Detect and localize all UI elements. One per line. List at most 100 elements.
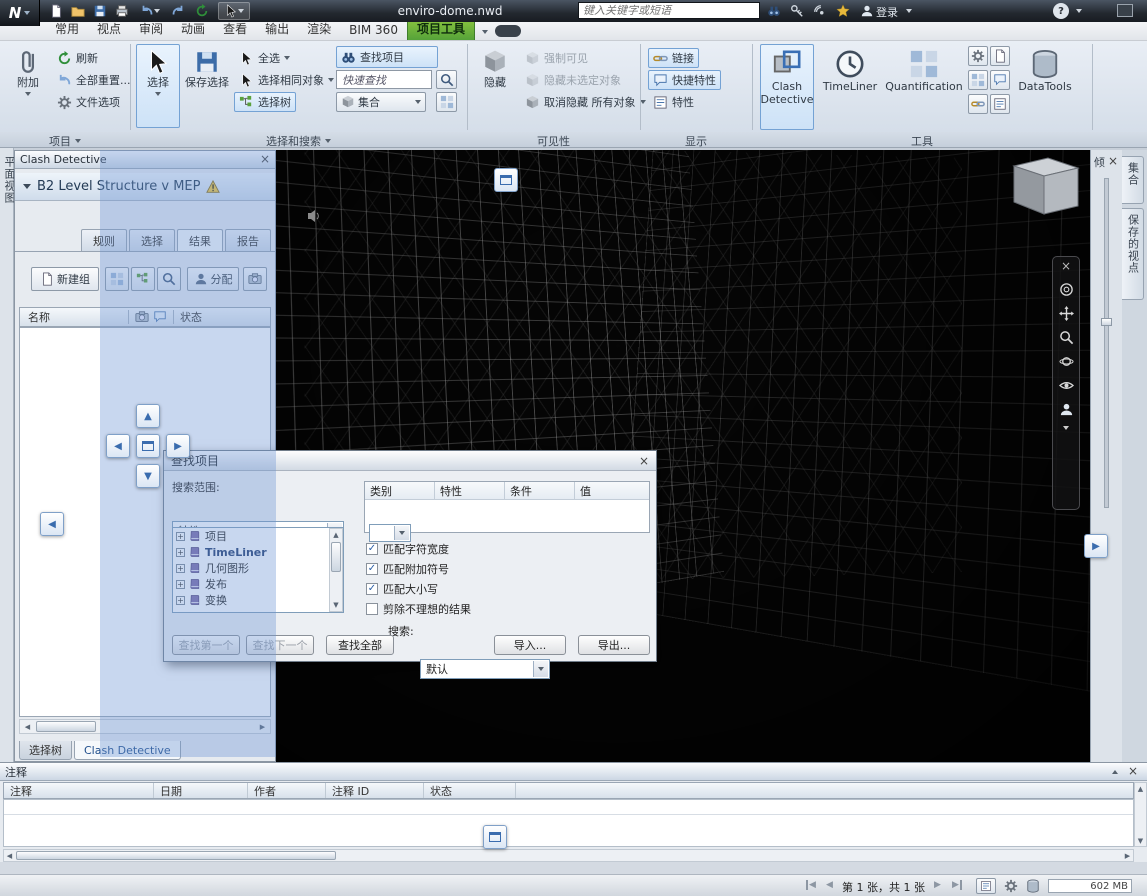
favorites-button[interactable] bbox=[834, 3, 852, 19]
scroll-up-icon[interactable] bbox=[331, 530, 341, 540]
match-case-checkbox-row[interactable]: ✓ 匹配大小写 bbox=[366, 581, 438, 597]
col-status[interactable]: 状态 bbox=[424, 783, 516, 798]
select-same-button[interactable]: 选择相同对象 bbox=[234, 70, 339, 90]
search-mode-dropdown[interactable]: 默认 bbox=[420, 659, 550, 679]
dock-right-target[interactable] bbox=[166, 434, 190, 458]
dock-center-target[interactable] bbox=[136, 434, 160, 458]
dock-top-target[interactable] bbox=[136, 404, 160, 428]
select-tool-qat-button[interactable] bbox=[218, 2, 250, 20]
comments-panel-titlebar[interactable]: 注释 bbox=[0, 763, 1147, 781]
comments-vertical-scrollbar[interactable] bbox=[1134, 782, 1147, 847]
find-all-button[interactable]: 查找全部 bbox=[326, 635, 394, 655]
selection-tree-button[interactable]: 选择树 bbox=[234, 92, 296, 112]
select-same-dropdown-icon[interactable] bbox=[328, 78, 334, 82]
checkbox-icon[interactable]: ✓ bbox=[366, 563, 378, 575]
clash-detective-button[interactable]: Clash Detective bbox=[760, 44, 814, 130]
dock-edge-right-target[interactable] bbox=[1084, 534, 1108, 558]
import-button[interactable]: 导入... bbox=[494, 635, 566, 655]
sets-dropdown-icon[interactable] bbox=[415, 100, 421, 104]
export-button[interactable]: 导出... bbox=[578, 635, 650, 655]
select-button[interactable]: 选择 bbox=[136, 44, 180, 128]
comments-list[interactable] bbox=[3, 799, 1134, 847]
scrollbar-thumb[interactable] bbox=[331, 542, 341, 572]
file-options-button[interactable]: 文件选项 bbox=[52, 92, 125, 112]
save-selection-button[interactable]: 保存选择 bbox=[184, 44, 230, 128]
hide-button[interactable]: 隐藏 bbox=[474, 44, 516, 128]
full-navigation-wheel-icon[interactable] bbox=[1059, 282, 1074, 297]
undo-dropdown-icon[interactable] bbox=[154, 9, 160, 13]
orbit-icon[interactable] bbox=[1059, 354, 1074, 369]
animator-tool-button[interactable] bbox=[968, 46, 988, 66]
attach-button[interactable]: 附加 bbox=[6, 44, 50, 128]
hide-unselected-button[interactable]: 隐藏未选定对象 bbox=[520, 70, 626, 90]
sheet-browser-button[interactable] bbox=[976, 878, 996, 894]
prune-results-checkbox-row[interactable]: 剪除不理想的结果 bbox=[366, 601, 471, 617]
zoom-icon[interactable] bbox=[1059, 330, 1074, 345]
scroll-right-icon[interactable] bbox=[1123, 851, 1132, 860]
project-gallery-arrow-icon[interactable] bbox=[75, 139, 81, 143]
tab-bim360[interactable]: BIM 360 bbox=[340, 21, 407, 40]
panel-expand-icon[interactable] bbox=[1111, 769, 1118, 774]
comments-horizontal-scrollbar[interactable] bbox=[3, 849, 1134, 862]
attach-dropdown-icon[interactable] bbox=[25, 91, 31, 96]
compare-tool-button[interactable] bbox=[968, 70, 988, 90]
col-value[interactable]: 值 bbox=[575, 482, 649, 499]
col-comment[interactable]: 注释 bbox=[4, 783, 154, 798]
infocenter-toggle-icon[interactable] bbox=[1117, 4, 1133, 17]
match-char-width-checkbox-row[interactable]: ✓ 匹配字符宽度 bbox=[366, 541, 449, 557]
subscription-center-button[interactable] bbox=[788, 3, 806, 19]
refresh-button[interactable]: 刷新 bbox=[52, 48, 103, 68]
switchback-tool-button[interactable] bbox=[990, 94, 1010, 114]
help-button[interactable] bbox=[1053, 3, 1069, 19]
group-label-select-search[interactable]: 选择和搜索 bbox=[130, 133, 467, 149]
last-sheet-button[interactable] bbox=[952, 880, 962, 890]
properties-button[interactable]: 特性 bbox=[648, 92, 699, 112]
select-dropdown-icon[interactable] bbox=[155, 91, 161, 96]
signin-dropdown-icon[interactable] bbox=[906, 9, 912, 13]
dock-edge-left-target[interactable] bbox=[40, 512, 64, 536]
category-cell-dropdown[interactable] bbox=[369, 524, 411, 542]
links-button[interactable]: 链接 bbox=[648, 48, 699, 68]
search-mode-dropdown-arrow[interactable] bbox=[533, 661, 548, 677]
datatools-button[interactable]: DataTools bbox=[1014, 44, 1076, 130]
communication-center-button[interactable] bbox=[811, 3, 829, 19]
comments-table-header[interactable]: 注释 日期 作者 注释 ID 状态 bbox=[3, 782, 1134, 799]
viewcube[interactable] bbox=[986, 156, 1082, 222]
find-items-button[interactable]: 查找项目 bbox=[336, 46, 438, 68]
group-label-project[interactable]: 项目 bbox=[0, 133, 130, 149]
timeliner-button[interactable]: TimeLiner bbox=[820, 44, 880, 130]
scroll-down-icon[interactable] bbox=[1136, 836, 1145, 845]
category-dropdown-arrow[interactable] bbox=[394, 526, 409, 540]
search-button[interactable] bbox=[765, 3, 783, 19]
select-search-gallery-arrow-icon[interactable] bbox=[325, 139, 331, 143]
tilt-slider-thumb[interactable] bbox=[1101, 318, 1112, 326]
batch-utility-tool-button[interactable] bbox=[968, 94, 988, 114]
quick-find-go-button[interactable] bbox=[436, 70, 457, 89]
refresh-qat-button[interactable] bbox=[192, 2, 212, 20]
ribbon-options-button[interactable] bbox=[494, 25, 521, 37]
collapse-chevron-icon[interactable] bbox=[23, 184, 31, 189]
new-group-button[interactable]: 新建组 bbox=[31, 267, 99, 291]
walk-icon[interactable] bbox=[1059, 402, 1074, 417]
require-visible-button[interactable]: 强制可见 bbox=[520, 48, 593, 68]
match-diacritics-checkbox-row[interactable]: ✓ 匹配附加符号 bbox=[366, 561, 449, 577]
reset-all-button[interactable]: 全部重置... bbox=[52, 70, 136, 90]
tilt-slider-track[interactable] bbox=[1104, 178, 1109, 508]
col-category[interactable]: 类别 bbox=[365, 482, 435, 499]
col-author[interactable]: 作者 bbox=[248, 783, 326, 798]
scroll-down-icon[interactable] bbox=[331, 600, 341, 610]
tree-vertical-scrollbar[interactable] bbox=[329, 528, 343, 612]
dock-bottom-target[interactable] bbox=[136, 464, 160, 488]
open-button[interactable] bbox=[68, 2, 88, 20]
checkbox-icon[interactable] bbox=[366, 603, 378, 615]
sets-panel-tab[interactable]: 集合 bbox=[1122, 156, 1144, 204]
unhide-all-button[interactable]: 取消隐藏 所有对象 bbox=[520, 92, 651, 112]
quick-properties-button[interactable]: 快捷特性 bbox=[648, 70, 721, 90]
appearance-profiler-tool-button[interactable] bbox=[990, 70, 1010, 90]
col-date[interactable]: 日期 bbox=[154, 783, 248, 798]
find-dialog-close-icon[interactable] bbox=[639, 454, 649, 468]
application-menu-button[interactable]: N bbox=[0, 0, 40, 26]
quantification-button[interactable]: Quantification bbox=[884, 44, 964, 130]
ribbon-state-arrow-icon[interactable] bbox=[481, 30, 488, 34]
scrollbar-thumb[interactable] bbox=[36, 721, 96, 732]
